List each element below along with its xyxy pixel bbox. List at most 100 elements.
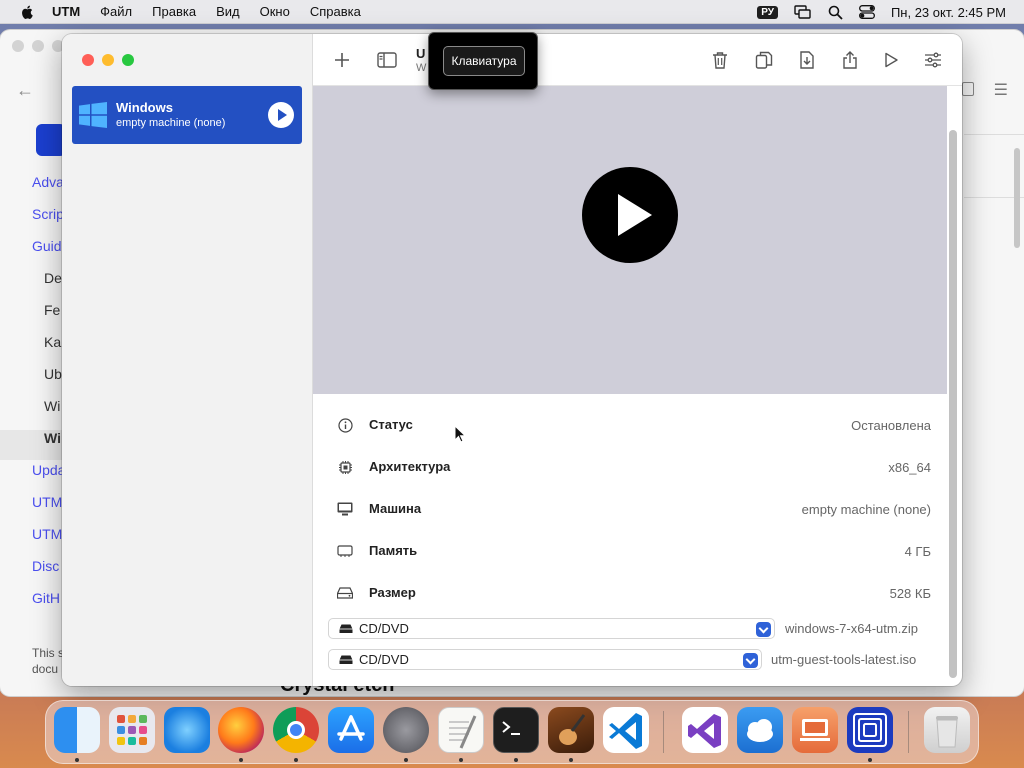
screen-mirroring-icon[interactable] (794, 5, 812, 19)
bg-link-guides[interactable]: Guid (32, 238, 62, 254)
tab-overview-icon[interactable] (962, 82, 974, 96)
dock-safari-icon[interactable] (164, 707, 210, 753)
windows-logo-icon (79, 102, 107, 128)
dock-separator (908, 711, 909, 753)
apple-menu-icon[interactable] (18, 4, 38, 20)
dock-textedit-icon[interactable] (438, 707, 484, 753)
dock-finder-icon[interactable] (54, 707, 100, 753)
dock-running-indicator (514, 758, 518, 762)
chevron-down-icon[interactable] (756, 622, 771, 637)
bg-link-scripting[interactable]: Scrip (32, 206, 64, 222)
dock-remote-desktop-icon[interactable] (792, 707, 838, 753)
control-center-icon[interactable] (859, 5, 875, 19)
bg-sublink-4[interactable]: Ub (44, 366, 62, 382)
dock-garageband-icon[interactable] (548, 707, 594, 753)
download-vm-button[interactable] (795, 48, 819, 72)
dock-running-indicator (459, 758, 463, 762)
drive-icon (339, 624, 353, 633)
bg-sublink-1[interactable]: De (44, 270, 62, 286)
start-vm-play-button[interactable] (582, 167, 678, 263)
drive-select-1[interactable]: CD/DVD (328, 618, 775, 639)
disk-icon (337, 585, 353, 601)
bg-link-updates[interactable]: Upda (32, 462, 65, 478)
dock-system-settings-icon[interactable] (383, 707, 429, 753)
vm-subtitle: empty machine (none) (116, 117, 226, 129)
toggle-sidebar-button[interactable] (375, 48, 399, 72)
dock-launchpad-icon[interactable] (109, 707, 155, 753)
dock-icloud-icon[interactable] (737, 707, 783, 753)
bg-sublink-3[interactable]: Ka (44, 334, 61, 350)
dock-visual-studio-icon[interactable] (682, 707, 728, 753)
bg-link-discord[interactable]: Disc (32, 558, 59, 574)
cpu-icon (337, 459, 353, 475)
status-value: Остановлена (851, 418, 931, 433)
dock-vscode-icon[interactable] (603, 707, 649, 753)
zoom-window-icon[interactable] (122, 54, 134, 66)
dock-firefox-icon[interactable] (218, 707, 264, 753)
bg-footer-line-1: This s (32, 646, 65, 660)
toolbar-subtitle: W (416, 62, 427, 74)
run-vm-button[interactable] (879, 48, 903, 72)
drive-1-label: CD/DVD (359, 621, 409, 636)
menu-lines-icon[interactable]: ☰ (994, 80, 1008, 100)
bg-sublink-2[interactable]: Fe (44, 302, 60, 318)
minimize-window-icon[interactable] (102, 54, 114, 66)
details-scrollbar[interactable] (949, 130, 957, 678)
menu-window[interactable]: Окно (260, 4, 290, 19)
dock-app-store-icon[interactable] (328, 707, 374, 753)
bg-link-github[interactable]: GitH (32, 590, 60, 606)
dock-chrome-icon[interactable] (273, 707, 319, 753)
input-source-badge[interactable]: РУ (757, 5, 778, 19)
dock-running-indicator (868, 758, 872, 762)
clone-vm-button[interactable] (752, 48, 776, 72)
dock-terminal-icon[interactable] (493, 707, 539, 753)
vm-play-button[interactable] (268, 102, 294, 128)
play-icon (885, 52, 898, 68)
drive-2-label: CD/DVD (359, 652, 409, 667)
info-icon (337, 417, 353, 433)
bg-link-utm-2[interactable]: UTM (32, 526, 62, 542)
menu-file[interactable]: Файл (100, 4, 132, 19)
back-arrow-icon[interactable]: ← (16, 80, 34, 101)
menu-app-name[interactable]: UTM (52, 4, 80, 19)
bg-sublink-6[interactable]: Wi (44, 430, 61, 446)
bg-link-advanced[interactable]: Adva (32, 174, 64, 190)
vm-preview (313, 86, 947, 394)
chevron-down-icon[interactable] (743, 653, 758, 668)
menu-view[interactable]: Вид (216, 4, 240, 19)
menu-bar: UTM Файл Правка Вид Окно Справка РУ Пн, … (0, 0, 1024, 24)
vm-sidebar: Windows empty machine (none) (62, 34, 313, 686)
monitor-icon (337, 501, 353, 517)
sidebar-icon (377, 52, 397, 68)
menu-edit[interactable]: Правка (152, 4, 196, 19)
drive-select-2[interactable]: CD/DVD (328, 649, 762, 670)
vm-settings-button[interactable] (921, 48, 945, 72)
drive-1-value: windows-7-x64-utm.zip (785, 621, 918, 636)
info-row-memory: Память 4 ГБ (313, 536, 947, 566)
architecture-value: x86_64 (888, 460, 931, 475)
dock-running-indicator (75, 758, 79, 762)
close-window-icon[interactable] (82, 54, 94, 66)
mouse-cursor-icon (454, 425, 466, 443)
dock-separator (663, 711, 664, 753)
dock-trash-icon[interactable] (924, 707, 970, 753)
dock-utm-icon[interactable] (847, 707, 893, 753)
menu-help[interactable]: Справка (310, 4, 361, 19)
vm-list-item-windows[interactable]: Windows empty machine (none) (72, 86, 302, 144)
spotlight-search-icon[interactable] (828, 5, 843, 20)
machine-value: empty machine (none) (801, 502, 931, 517)
share-vm-button[interactable] (838, 48, 862, 72)
bg-sublink-5[interactable]: Wi (44, 398, 60, 414)
size-value: 528 КБ (889, 586, 931, 601)
info-row-machine: Машина empty machine (none) (313, 494, 947, 524)
bg-minimize-icon[interactable] (32, 40, 44, 52)
memory-value: 4 ГБ (904, 544, 931, 559)
bg-scrollbar[interactable] (1014, 148, 1020, 248)
delete-vm-button[interactable] (708, 48, 732, 72)
bg-link-utm-1[interactable]: UTM (32, 494, 62, 510)
dock-running-indicator (404, 758, 408, 762)
drive-2-value: utm-guest-tools-latest.iso (771, 652, 917, 667)
add-vm-button[interactable] (330, 48, 354, 72)
bg-close-icon[interactable] (12, 40, 24, 52)
menu-clock[interactable]: Пн, 23 окт. 2:45 PM (891, 5, 1006, 20)
